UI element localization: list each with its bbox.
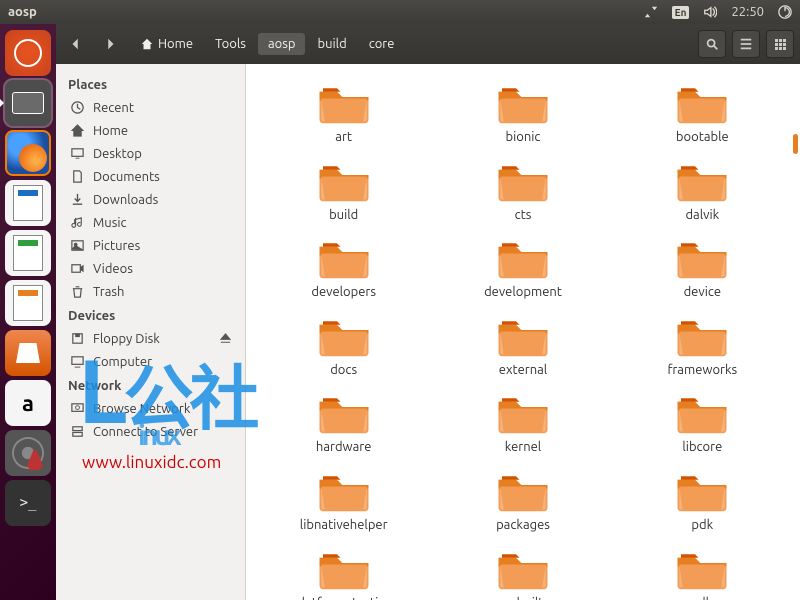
folder-art[interactable]: art — [254, 82, 433, 146]
session-indicator[interactable] — [778, 5, 792, 19]
list-view-button[interactable] — [732, 30, 760, 58]
folder-bionic[interactable]: bionic — [433, 82, 612, 146]
folder-device[interactable]: device — [613, 237, 792, 301]
files-toolbar: HomeToolsaospbuildcore — [56, 24, 800, 64]
folder-pdk[interactable]: pdk — [613, 470, 792, 534]
folder-docs[interactable]: docs — [254, 315, 433, 379]
sidebar-item-documents[interactable]: Documents — [56, 165, 245, 188]
top-menubar: aosp En 22:50 — [0, 0, 800, 24]
sidebar-item-trash[interactable]: Trash — [56, 280, 245, 303]
launcher-settings[interactable] — [5, 430, 51, 476]
sidebar-head-network: Network — [56, 373, 245, 397]
sidebar-item-computer[interactable]: Computer — [56, 350, 245, 373]
folder-kernel[interactable]: kernel — [433, 392, 612, 456]
window-title: aosp — [8, 5, 37, 19]
search-button[interactable] — [698, 30, 726, 58]
folder-hardware[interactable]: hardware — [254, 392, 433, 456]
sidebar-item-pictures[interactable]: Pictures — [56, 234, 245, 257]
language-indicator[interactable]: En — [672, 6, 690, 19]
scrollbar-thumb[interactable] — [793, 134, 798, 154]
crumb-home[interactable]: Home — [130, 33, 203, 55]
forward-button[interactable] — [96, 30, 124, 58]
crumb-aosp[interactable]: aosp — [258, 33, 306, 55]
sidebar-item-videos[interactable]: Videos — [56, 257, 245, 280]
folder-packages[interactable]: packages — [433, 470, 612, 534]
icon-view-button[interactable] — [766, 30, 794, 58]
sidebar-item-recent[interactable]: Recent — [56, 96, 245, 119]
crumb-core[interactable]: core — [359, 33, 405, 55]
folder-dalvik[interactable]: dalvik — [613, 160, 792, 224]
sidebar-head-devices: Devices — [56, 303, 245, 327]
launcher-software-center[interactable] — [5, 330, 51, 376]
folder-platform_testing[interactable]: platform_testing — [254, 548, 433, 600]
folder-libnativehelper[interactable]: libnativehelper — [254, 470, 433, 534]
launcher-firefox[interactable] — [5, 130, 51, 176]
folder-libcore[interactable]: libcore — [613, 392, 792, 456]
launcher-terminal[interactable] — [5, 480, 51, 526]
launcher-calc[interactable] — [5, 230, 51, 276]
files-sidebar: PlacesRecentHomeDesktopDocumentsDownload… — [56, 64, 246, 600]
launcher-amazon[interactable]: a — [5, 380, 51, 426]
sidebar-item-downloads[interactable]: Downloads — [56, 188, 245, 211]
folder-external[interactable]: external — [433, 315, 612, 379]
sidebar-head-places: Places — [56, 72, 245, 96]
launcher-impress[interactable] — [5, 280, 51, 326]
folder-developers[interactable]: developers — [254, 237, 433, 301]
launcher-dash[interactable] — [5, 30, 51, 76]
unity-launcher: a — [0, 24, 56, 600]
sidebar-item-floppy-disk[interactable]: Floppy Disk — [56, 327, 245, 350]
folder-frameworks[interactable]: frameworks — [613, 315, 792, 379]
folder-sdk[interactable]: sdk — [613, 548, 792, 600]
sound-indicator[interactable] — [703, 5, 717, 19]
sidebar-item-connect-to-server[interactable]: Connect to Server — [56, 420, 245, 443]
clock[interactable]: 22:50 — [731, 5, 764, 19]
crumb-build[interactable]: build — [307, 33, 356, 55]
sidebar-item-desktop[interactable]: Desktop — [56, 142, 245, 165]
launcher-writer[interactable] — [5, 180, 51, 226]
back-button[interactable] — [62, 30, 90, 58]
launcher-files[interactable] — [5, 80, 51, 126]
folder-build[interactable]: build — [254, 160, 433, 224]
folder-development[interactable]: development — [433, 237, 612, 301]
network-indicator[interactable] — [644, 5, 658, 19]
crumb-tools[interactable]: Tools — [205, 33, 256, 55]
sidebar-item-browse-network[interactable]: Browse Network — [56, 397, 245, 420]
sidebar-item-home[interactable]: Home — [56, 119, 245, 142]
breadcrumb: HomeToolsaospbuildcore — [130, 33, 404, 55]
files-window: HomeToolsaospbuildcore PlacesRecentHomeD… — [56, 24, 800, 600]
sidebar-item-music[interactable]: Music — [56, 211, 245, 234]
folder-cts[interactable]: cts — [433, 160, 612, 224]
files-content[interactable]: artbionicbootable buildctsdalvik developer… — [246, 64, 800, 600]
folder-bootable[interactable]: bootable — [613, 82, 792, 146]
folder-prebuilts[interactable]: prebuilts — [433, 548, 612, 600]
